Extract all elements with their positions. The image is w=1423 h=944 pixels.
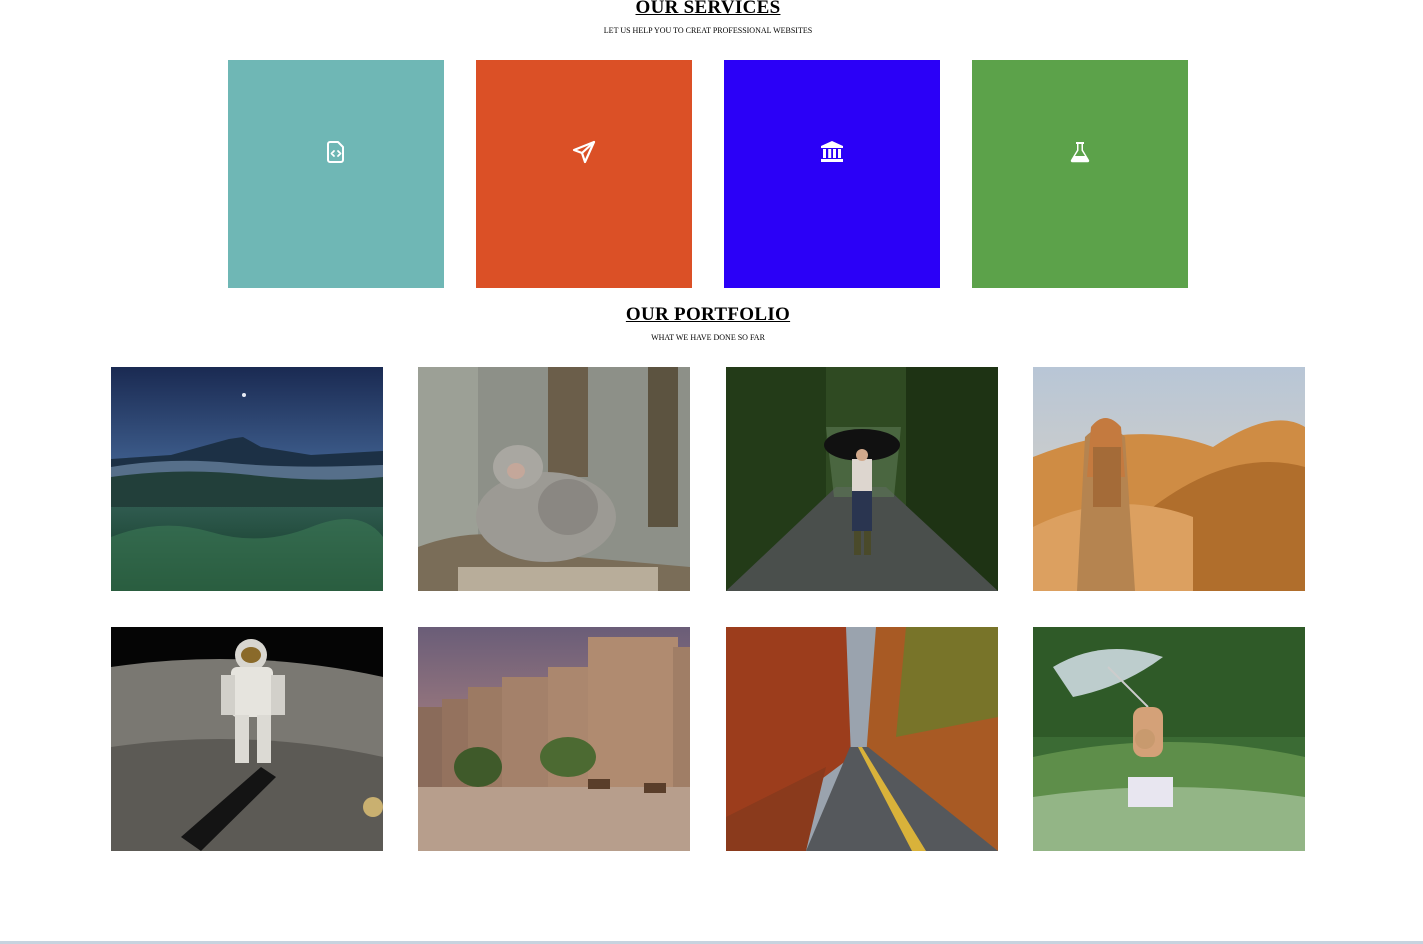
autumn-road-photo bbox=[726, 627, 998, 851]
portfolio-item-desert[interactable] bbox=[1033, 367, 1305, 591]
portfolio-subtitle: WHAT WE HAVE DONE SO FAR bbox=[651, 333, 765, 342]
portfolio-item-autumn-road[interactable] bbox=[726, 627, 998, 851]
woman-umbrella-road-photo bbox=[726, 367, 998, 591]
service-card-send[interactable] bbox=[476, 60, 692, 288]
monkeys-photo bbox=[418, 367, 690, 591]
bank-icon bbox=[821, 141, 843, 162]
service-card-lab[interactable] bbox=[972, 60, 1188, 288]
services-subtitle: LET US HELP YOU TO CREAT PROFESSIONAL WE… bbox=[603, 26, 813, 35]
portfolio-item-umbrella-road[interactable] bbox=[726, 367, 998, 591]
fort-camels-photo bbox=[418, 627, 690, 851]
mountain-night-photo bbox=[111, 367, 383, 591]
portfolio-title: OUR PORTFOLIO bbox=[625, 304, 791, 325]
service-card-code[interactable] bbox=[228, 60, 444, 288]
portfolio-item-field-umbrella[interactable] bbox=[1033, 627, 1305, 851]
file-code-icon bbox=[327, 141, 344, 163]
woman-field-umbrella-photo bbox=[1033, 627, 1305, 851]
portfolio-item-monkeys[interactable] bbox=[418, 367, 690, 591]
portfolio-item-astronaut[interactable] bbox=[111, 627, 383, 851]
desert-traveler-photo bbox=[1033, 367, 1305, 591]
portfolio-item-mountain[interactable] bbox=[111, 367, 383, 591]
page: OUR SERVICES LET US HELP YOU TO CREAT PR… bbox=[0, 0, 1423, 944]
portfolio-item-fort[interactable] bbox=[418, 627, 690, 851]
paper-plane-icon bbox=[572, 140, 596, 164]
service-card-bank[interactable] bbox=[724, 60, 940, 288]
flask-icon bbox=[1070, 142, 1090, 163]
astronaut-moon-photo bbox=[111, 627, 383, 851]
services-title: OUR SERVICES bbox=[635, 0, 781, 18]
